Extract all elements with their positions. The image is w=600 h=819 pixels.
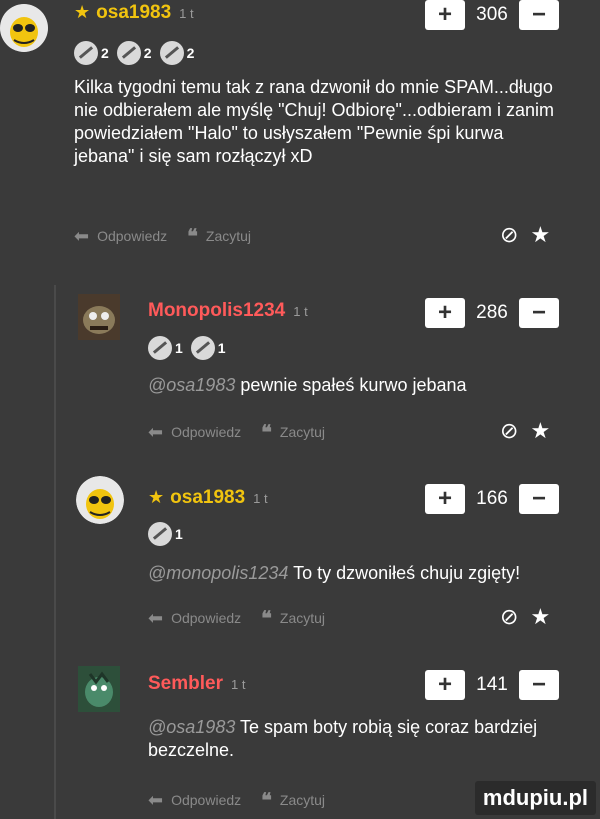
badge: 1 (148, 522, 183, 546)
badge: 1 (190, 336, 226, 360)
author-row: ★ osa1983 1 t (148, 487, 268, 509)
thread-line (54, 285, 56, 819)
report-icon[interactable]: ⊘ (500, 604, 518, 630)
comment-actions: ⬅ Odpowiedz ❝ Zacytuj (74, 224, 271, 248)
reply-button[interactable]: ⬅ Odpowiedz (148, 790, 241, 811)
reply-button[interactable]: ⬅ Odpowiedz (148, 608, 241, 629)
comment-tools: ⊘ ★ (488, 604, 550, 630)
comment-tools: ⊘ ★ (488, 418, 550, 444)
reply-arrow-icon: ⬅ (148, 421, 164, 442)
comment-actions: ⬅ Odpowiedz ❝ Zacytuj (148, 788, 345, 812)
badge-icon (74, 41, 98, 65)
star-icon: ★ (148, 487, 165, 507)
comment-actions: ⬅ Odpowiedz ❝ Zacytuj (148, 606, 345, 630)
report-icon[interactable]: ⊘ (500, 222, 518, 248)
vote-widget: + 286 − (425, 298, 559, 328)
badge: 1 (148, 336, 183, 360)
comment-time: 1 t (253, 491, 268, 506)
quote-icon: ❝ (187, 224, 198, 248)
comment-body: pewnie spałeś kurwo jebana (240, 375, 467, 395)
quote-button[interactable]: ❝ Zacytuj (261, 606, 325, 630)
comment-text: @osa1983 Te spam boty robią się coraz ba… (148, 716, 588, 762)
badge-icon (116, 41, 141, 65)
author-row: Monopolis1234 1 t (148, 300, 308, 322)
vote-count: 141 (476, 674, 508, 695)
author-name[interactable]: osa1983 (96, 2, 171, 24)
watermark-logo: mdupiu.pl (474, 781, 596, 815)
quote-button[interactable]: ❝ Zacytuj (187, 224, 251, 248)
badge: 2 (159, 41, 194, 65)
vote-count: 286 (476, 302, 508, 323)
badge: 2 (116, 41, 152, 65)
upvote-button[interactable]: + (425, 0, 465, 30)
author-row: Sembler 1 t (148, 673, 245, 695)
comment-time: 1 t (179, 6, 194, 21)
avatar[interactable] (76, 476, 124, 524)
comment-body: To ty dzwoniłeś chuju zgięty! (293, 563, 521, 583)
star-icon[interactable]: ★ (530, 418, 550, 444)
badge-icon (148, 336, 172, 360)
star-icon[interactable]: ★ (530, 604, 550, 630)
badge-icon (159, 41, 184, 65)
quote-button[interactable]: ❝ Zacytuj (261, 788, 325, 812)
badges: 1 (148, 522, 191, 546)
reply-button[interactable]: ⬅ Odpowiedz (148, 422, 241, 443)
comment-actions: ⬅ Odpowiedz ❝ Zacytuj (148, 420, 345, 444)
comment-time: 1 t (230, 677, 246, 692)
badge: 2 (74, 41, 109, 65)
quote-icon: ❝ (261, 606, 272, 630)
upvote-button[interactable]: + (425, 298, 465, 328)
vote-count: 306 (476, 4, 508, 25)
author-name[interactable]: Monopolis1234 (148, 300, 285, 322)
author-name[interactable]: osa1983 (170, 487, 245, 509)
reply-arrow-icon: ⬅ (148, 607, 164, 628)
comment-text: @osa1983 pewnie spałeś kurwo jebana (148, 374, 568, 397)
star-icon: ★ (74, 2, 91, 22)
comment-time: 1 t (293, 304, 308, 319)
vote-count: 166 (476, 488, 508, 509)
report-icon[interactable]: ⊘ (500, 418, 518, 444)
mention-link[interactable]: @osa1983 (148, 375, 235, 395)
downvote-button[interactable]: − (519, 298, 559, 328)
downvote-button[interactable]: − (519, 484, 559, 514)
reply-arrow-icon: ⬅ (148, 789, 164, 810)
reply-arrow-icon: ⬅ (74, 225, 90, 246)
badge-icon (148, 522, 172, 546)
upvote-button[interactable]: + (425, 484, 465, 514)
mention-link[interactable]: @osa1983 (148, 717, 235, 737)
comment-text: Kilka tygodni temu tak z rana dzwonił do… (74, 77, 554, 166)
vote-widget: + 166 − (425, 484, 559, 514)
badge-icon (190, 336, 215, 360)
author-row: ★ osa1983 1 t (74, 2, 194, 24)
vote-widget: + 306 − (425, 0, 559, 30)
badges: 2 2 2 (74, 41, 202, 65)
downvote-button[interactable]: − (519, 670, 559, 700)
reply-button[interactable]: ⬅ Odpowiedz (74, 226, 167, 247)
downvote-button[interactable]: − (519, 0, 559, 30)
comment-text: @monopolis1234 To ty dzwoniłeś chuju zgi… (148, 562, 588, 585)
quote-icon: ❝ (261, 788, 272, 812)
upvote-button[interactable]: + (425, 670, 465, 700)
vote-widget: + 141 − (425, 670, 559, 700)
comment-tools: ⊘ ★ (488, 222, 550, 248)
author-name[interactable]: Sembler (148, 673, 223, 695)
badges: 1 1 (148, 336, 234, 360)
avatar[interactable] (0, 4, 48, 52)
mention-link[interactable]: @monopolis1234 (148, 563, 288, 583)
avatar[interactable] (78, 294, 120, 340)
quote-icon: ❝ (261, 420, 272, 444)
avatar[interactable] (78, 666, 120, 712)
quote-button[interactable]: ❝ Zacytuj (261, 420, 325, 444)
star-icon[interactable]: ★ (530, 222, 550, 248)
